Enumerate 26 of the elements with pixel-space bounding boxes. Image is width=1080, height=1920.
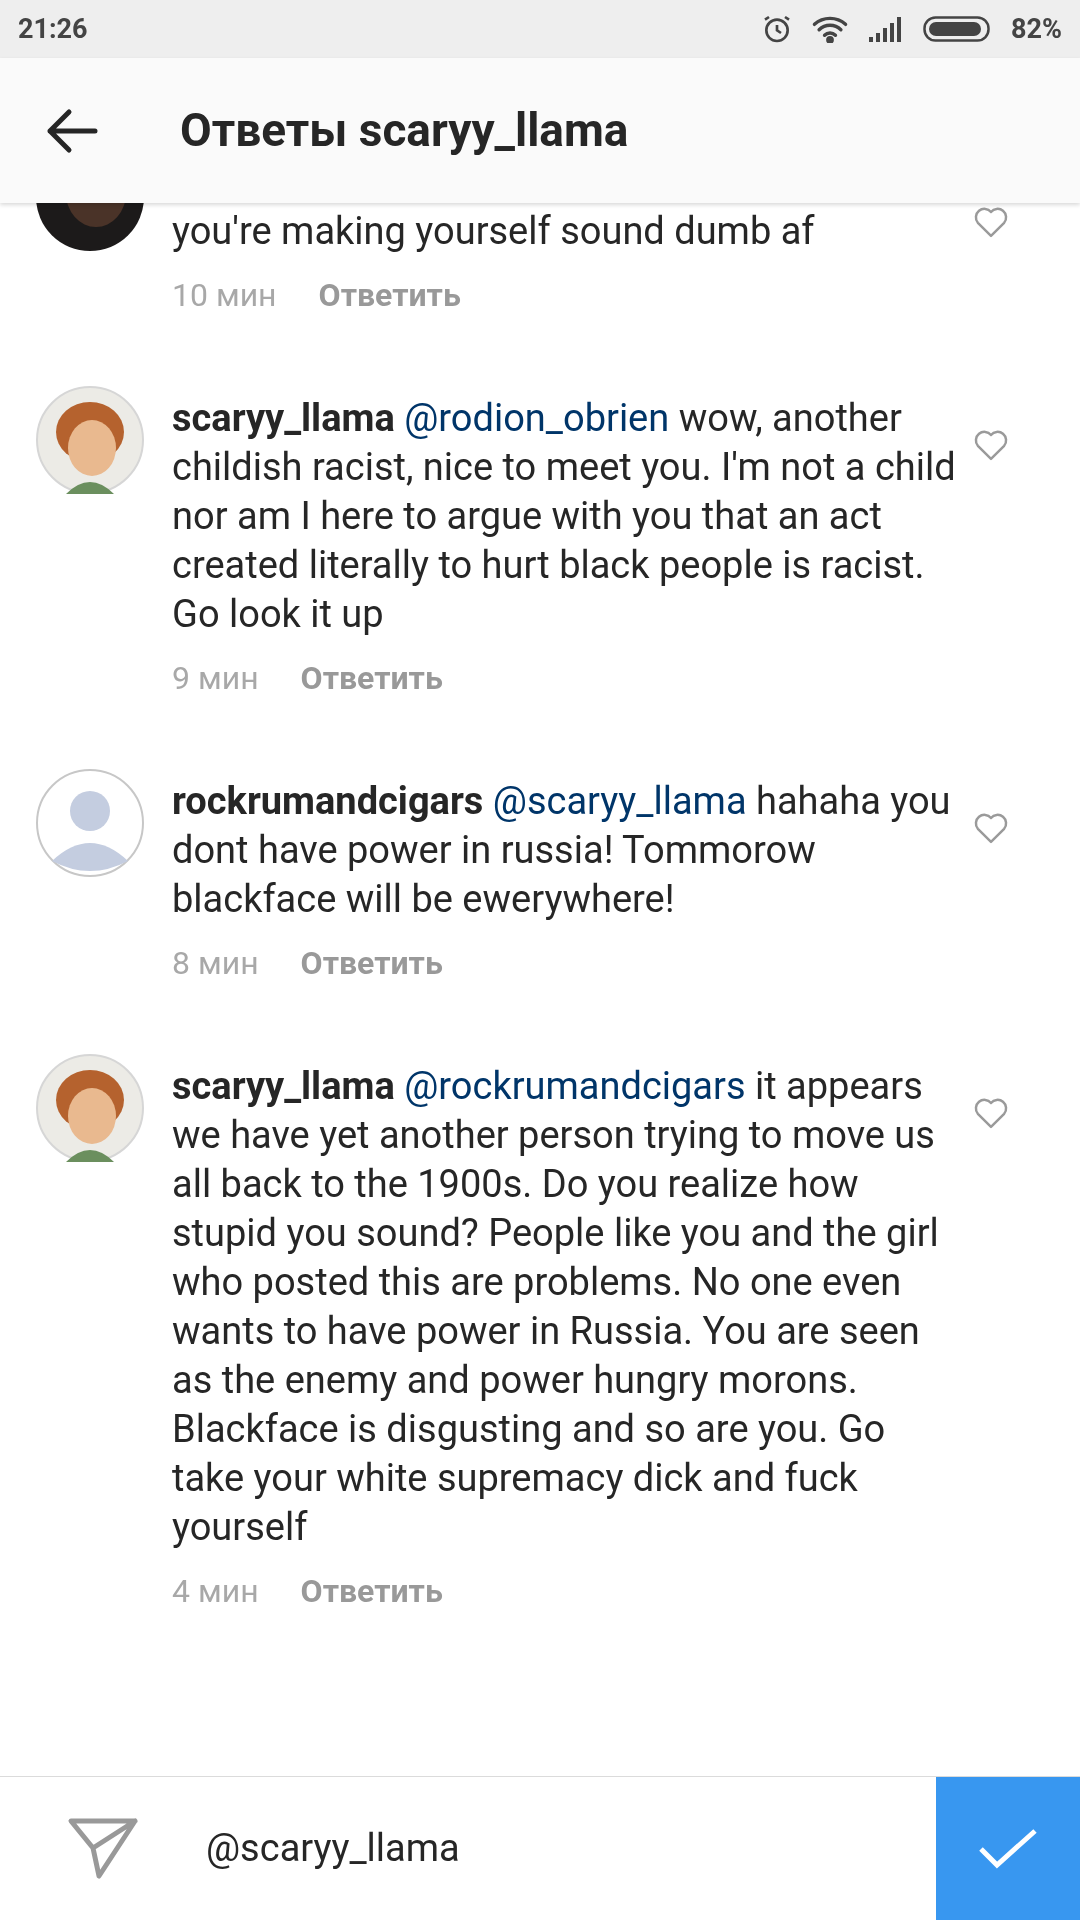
comment-time: 10 мин (172, 275, 277, 316)
battery-percent: 82% (1011, 11, 1062, 47)
header-title: Ответы scaryy_llama (180, 102, 629, 159)
wifi-icon (811, 15, 850, 43)
comment-text: scaryy_llama @rodion_obrien wow, another childish racist, nice to meet you. I'm not a child nor am I here to argue with you that an act created literally to hurt black people is racist. Go look it up (172, 395, 957, 638)
username-link[interactable]: rockrumandcigars (172, 779, 484, 823)
username-link[interactable]: scaryy_llama (172, 1064, 395, 1108)
checkmark-icon (977, 1826, 1039, 1871)
comment-text: scaryy_llama @rockrumandcigars it appears we have yet another person trying to move us all back to the 1900s. Do you realize how stupid you sound? People like you and the girl who posted this are problems. No one even wants to have power in Russia. You are seen as the enemy and power hungry morons. Blackface is disgusting and so are you. Go take your white supremacy dick and fuck yourself (172, 1063, 940, 1551)
comment-time: 9 мин (172, 658, 259, 699)
heart-icon[interactable] (972, 428, 1010, 462)
mention-link[interactable]: @rodion_obrien (404, 396, 670, 440)
comment-time: 4 мин (172, 1571, 259, 1612)
username-link[interactable]: scaryy_llama (172, 396, 395, 440)
comment-time: 8 мин (172, 943, 259, 984)
mention-link[interactable]: @rockrumandcigars (404, 1064, 746, 1108)
comment-input[interactable]: @scaryy_llama (206, 1777, 936, 1920)
heart-icon[interactable] (972, 205, 1010, 239)
heart-icon[interactable] (972, 1096, 1010, 1130)
clock: 21:26 (18, 11, 88, 47)
mention-link[interactable]: @scaryy_llama (492, 779, 747, 823)
heart-icon[interactable] (972, 811, 1010, 845)
comment-text: rockrumandcigars @scaryy_llama hahaha you dont have power in russia! Tommorow blackface will be ewerywhere! (172, 778, 952, 923)
back-arrow-icon (45, 107, 99, 154)
comment-text: you're making yourself sound dumb af (172, 208, 816, 255)
send-icon[interactable] (67, 1815, 139, 1882)
